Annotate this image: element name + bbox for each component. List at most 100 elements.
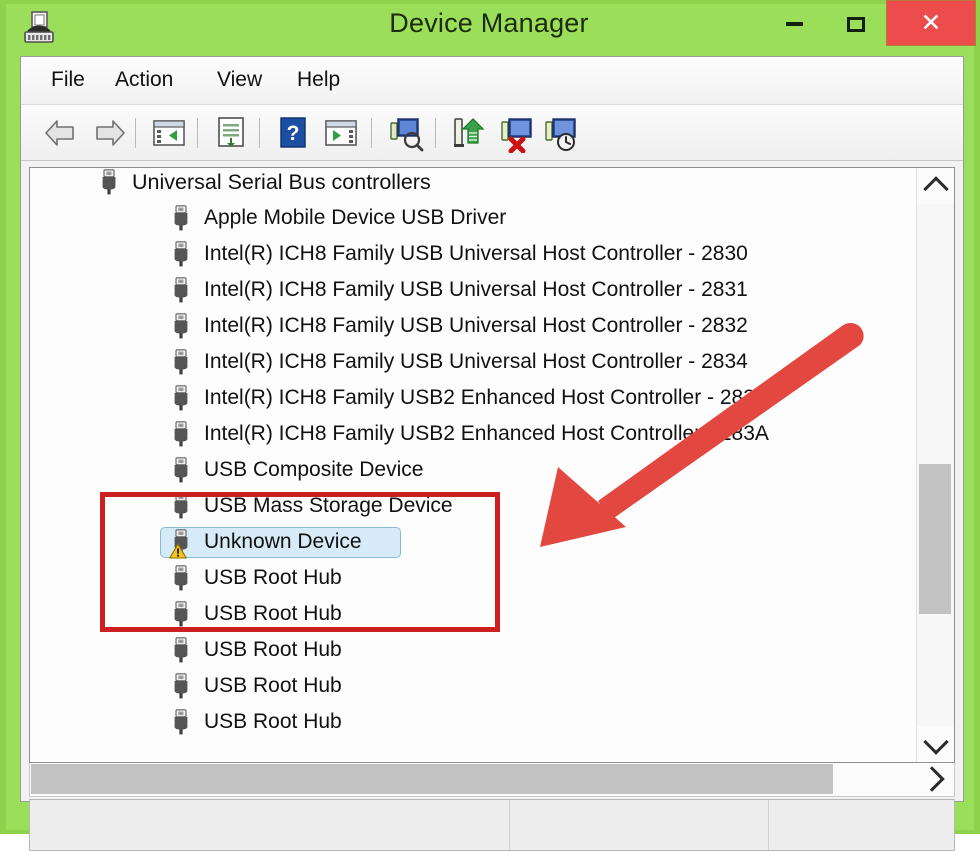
uninstall-device-icon — [501, 118, 532, 154]
toolbar-back-button[interactable] — [41, 113, 81, 153]
toolbar-console-tree-button[interactable] — [149, 113, 189, 153]
toolbar: ? — [21, 105, 963, 161]
tree-item-label: Intel(R) ICH8 Family USB2 Enhanced Host … — [204, 422, 769, 445]
tree-item-label: USB Root Hub — [204, 602, 342, 625]
tree-item-usb-root-hub-1[interactable]: USB Root Hub — [30, 560, 342, 596]
horizontal-scroll-thumb[interactable] — [31, 764, 833, 794]
close-icon: ✕ — [920, 8, 942, 37]
toolbar-separator-3 — [259, 118, 260, 148]
menu-item-view[interactable]: View — [209, 66, 270, 94]
toolbar-separator — [135, 118, 136, 148]
svg-text:?: ? — [287, 122, 300, 145]
tree-item-label: USB Composite Device — [204, 458, 424, 481]
minimize-button[interactable] — [764, 0, 824, 48]
usb-device-icon — [170, 241, 192, 267]
chevron-up-icon — [922, 175, 949, 202]
usb-device-icon — [170, 277, 192, 303]
usb-device-icon — [170, 565, 192, 591]
tree-item-label: Intel(R) ICH8 Family USB Universal Host … — [204, 314, 748, 337]
toolbar-scan-hardware-button[interactable] — [385, 113, 425, 153]
chevron-down-icon — [922, 728, 949, 755]
tree-item-usb-root-hub-5[interactable]: USB Root Hub — [30, 704, 342, 740]
tree-item-label: Intel(R) ICH8 Family USB2 Enhanced Host … — [204, 386, 767, 409]
usb-device-icon — [170, 205, 192, 231]
tree-item-usb-root-hub-4[interactable]: USB Root Hub — [30, 668, 342, 704]
vertical-scroll-thumb[interactable] — [919, 464, 951, 614]
toolbar-separator-2 — [197, 118, 198, 148]
close-button[interactable]: ✕ — [886, 0, 976, 46]
tree-item-label: Intel(R) ICH8 Family USB Universal Host … — [204, 350, 748, 373]
tree-item-label: Intel(R) ICH8 Family USB Universal Host … — [204, 242, 748, 265]
status-pane-end — [769, 800, 954, 850]
usb-device-icon — [170, 385, 192, 411]
tree-item-intel-ich8-ehci-2836[interactable]: Intel(R) ICH8 Family USB2 Enhanced Host … — [30, 380, 767, 416]
disable-device-icon — [545, 118, 576, 151]
toolbar-help-button[interactable]: ? — [273, 113, 313, 153]
maximize-button[interactable] — [826, 0, 886, 48]
tree-item-usb-root-hub-3[interactable]: USB Root Hub — [30, 632, 342, 668]
usb-device-icon — [169, 529, 192, 559]
toolbar-update-driver-button[interactable] — [449, 113, 489, 153]
maximize-icon — [847, 16, 865, 32]
warning-triangle-icon — [169, 543, 187, 559]
tree-item-usb-root-hub-2[interactable]: USB Root Hub — [30, 596, 342, 632]
menu-item-file[interactable]: File — [43, 66, 93, 94]
toolbar-disable-device-button[interactable] — [541, 113, 581, 153]
toolbar-separator-5 — [435, 118, 436, 148]
tree-item-label: Unknown Device — [204, 530, 362, 553]
tree-item-usb-composite-device[interactable]: USB Composite Device — [30, 452, 423, 488]
tree-item-intel-ich8-ehci-283a[interactable]: Intel(R) ICH8 Family USB2 Enhanced Host … — [30, 416, 769, 452]
forward-arrow-icon — [96, 120, 125, 146]
tree-item-usb-mass-storage-device[interactable]: USB Mass Storage Device — [30, 488, 453, 524]
usb-device-icon — [170, 349, 192, 375]
device-tree-list: Universal Serial Bus controllers Apple M… — [30, 168, 916, 762]
tree-item-apple-mobile-device-usb-driver[interactable]: Apple Mobile Device USB Driver — [30, 200, 506, 236]
tree-item-label: Apple Mobile Device USB Driver — [204, 206, 507, 229]
usb-device-icon — [170, 313, 192, 339]
tree-item-label: USB Root Hub — [204, 710, 342, 733]
menu-bar: File Action View Help — [21, 57, 963, 105]
tree-item-label: USB Root Hub — [204, 638, 342, 661]
usb-controller-icon — [98, 169, 120, 195]
back-arrow-icon — [45, 120, 74, 146]
tree-item-label: USB Root Hub — [204, 674, 342, 697]
menu-item-action[interactable]: Action — [107, 66, 181, 94]
tree-item-intel-ich8-uhci-2830[interactable]: Intel(R) ICH8 Family USB Universal Host … — [30, 236, 748, 272]
toolbar-forward-button[interactable] — [89, 113, 129, 153]
tree-node-universal-serial-bus-controllers[interactable]: Universal Serial Bus controllers — [30, 168, 431, 200]
tree-item-intel-ich8-uhci-2832[interactable]: Intel(R) ICH8 Family USB Universal Host … — [30, 308, 748, 344]
show-hide-console-tree-icon — [153, 120, 185, 146]
device-tree-pane[interactable]: Universal Serial Bus controllers Apple M… — [29, 167, 955, 763]
scan-for-hardware-changes-icon — [390, 118, 424, 152]
properties-icon — [218, 117, 244, 147]
menu-item-help[interactable]: Help — [289, 66, 348, 94]
status-pane-middle — [510, 800, 770, 850]
toolbar-uninstall-button[interactable] — [497, 113, 537, 154]
tree-item-label: USB Root Hub — [204, 566, 342, 589]
vertical-scroll-track[interactable] — [917, 204, 954, 726]
tree-item-intel-ich8-uhci-2831[interactable]: Intel(R) ICH8 Family USB Universal Host … — [30, 272, 748, 308]
usb-device-icon — [170, 709, 192, 735]
tree-item-label: Intel(R) ICH8 Family USB Universal Host … — [204, 278, 748, 301]
tree-item-intel-ich8-uhci-2834[interactable]: Intel(R) ICH8 Family USB Universal Host … — [30, 344, 748, 380]
tree-item-unknown-device[interactable]: Unknown Device — [30, 524, 401, 560]
scroll-down-button[interactable] — [917, 726, 954, 762]
minimize-icon — [785, 22, 803, 26]
tree-node-label: Universal Serial Bus controllers — [132, 169, 431, 194]
horizontal-scrollbar[interactable] — [29, 763, 955, 797]
window-client-area: File Action View Help ? Universal Serial… — [20, 56, 964, 851]
show-hide-action-pane-icon — [325, 120, 357, 146]
usb-device-icon — [170, 421, 192, 447]
vertical-scrollbar[interactable] — [916, 168, 954, 762]
toolbar-action-pane-button[interactable] — [321, 113, 361, 153]
scroll-up-button[interactable] — [917, 168, 954, 204]
toolbar-separator-4 — [371, 118, 372, 148]
device-manager-window: Device Manager ✕ File Action View Help ?… — [0, 0, 980, 851]
toolbar-properties-button[interactable] — [211, 113, 251, 153]
help-icon: ? — [280, 117, 306, 148]
scroll-right-button[interactable] — [914, 763, 954, 795]
status-bar — [29, 799, 955, 851]
usb-device-icon — [170, 637, 192, 663]
usb-device-icon — [170, 493, 192, 519]
chevron-right-icon — [918, 766, 945, 792]
